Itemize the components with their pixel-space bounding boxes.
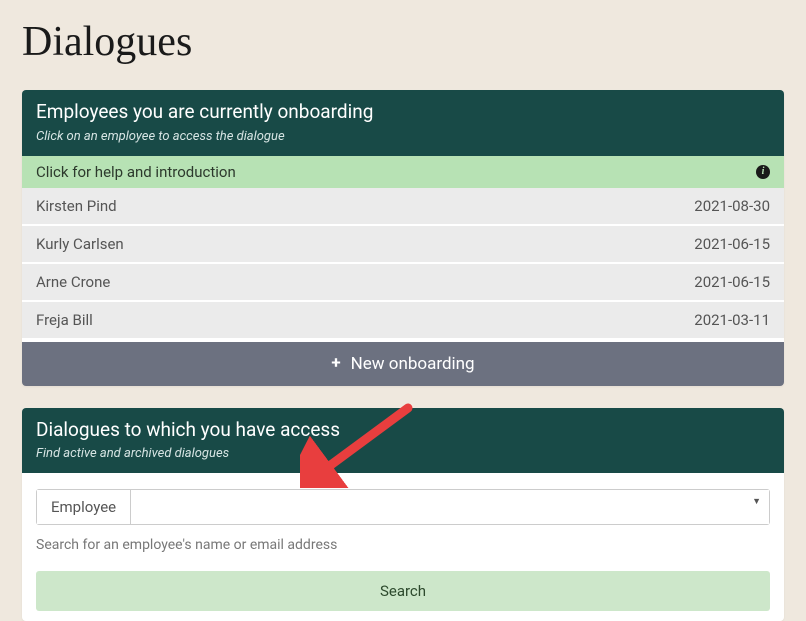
help-row[interactable]: Click for help and introduction i [22, 156, 784, 188]
onboarding-header: Employees you are currently onboarding C… [22, 90, 784, 156]
employee-name: Arne Crone [36, 273, 110, 291]
employee-name: Kirsten Pind [36, 197, 117, 215]
employee-name: Freja Bill [36, 311, 93, 329]
employee-date: 2021-06-15 [694, 273, 770, 291]
search-button[interactable]: Search [36, 571, 770, 611]
table-row[interactable]: Freja Bill 2021-03-11 [22, 302, 784, 340]
employee-date: 2021-03-11 [694, 311, 770, 329]
search-body: Employee ▼ Search for an employee's name… [22, 473, 784, 621]
employee-name: Kurly Carlsen [36, 235, 124, 253]
plus-icon: + [331, 355, 340, 372]
onboarding-header-subtitle: Click on an employee to access the dialo… [36, 129, 770, 144]
access-panel: Dialogues to which you have access Find … [22, 408, 784, 621]
access-header-subtitle: Find active and archived dialogues [36, 446, 770, 461]
table-row[interactable]: Kurly Carlsen 2021-06-15 [22, 226, 784, 264]
help-label: Click for help and introduction [36, 163, 236, 181]
employee-combo-label: Employee [37, 490, 131, 524]
page-title: Dialogues [22, 18, 784, 66]
access-header: Dialogues to which you have access Find … [22, 408, 784, 474]
onboarding-panel: Employees you are currently onboarding C… [22, 90, 784, 386]
employee-combo[interactable]: Employee ▼ [36, 489, 770, 525]
table-row[interactable]: Kirsten Pind 2021-08-30 [22, 188, 784, 226]
employee-date: 2021-06-15 [694, 235, 770, 253]
access-header-title: Dialogues to which you have access [36, 418, 770, 443]
search-hint: Search for an employee's name or email a… [36, 537, 770, 553]
employee-search-input[interactable] [131, 490, 769, 524]
table-row[interactable]: Arne Crone 2021-06-15 [22, 264, 784, 302]
onboarding-header-title: Employees you are currently onboarding [36, 100, 770, 125]
new-onboarding-label: New onboarding [351, 354, 475, 374]
employee-date: 2021-08-30 [694, 197, 770, 215]
info-icon: i [756, 165, 770, 179]
new-onboarding-button[interactable]: + New onboarding [22, 340, 784, 386]
